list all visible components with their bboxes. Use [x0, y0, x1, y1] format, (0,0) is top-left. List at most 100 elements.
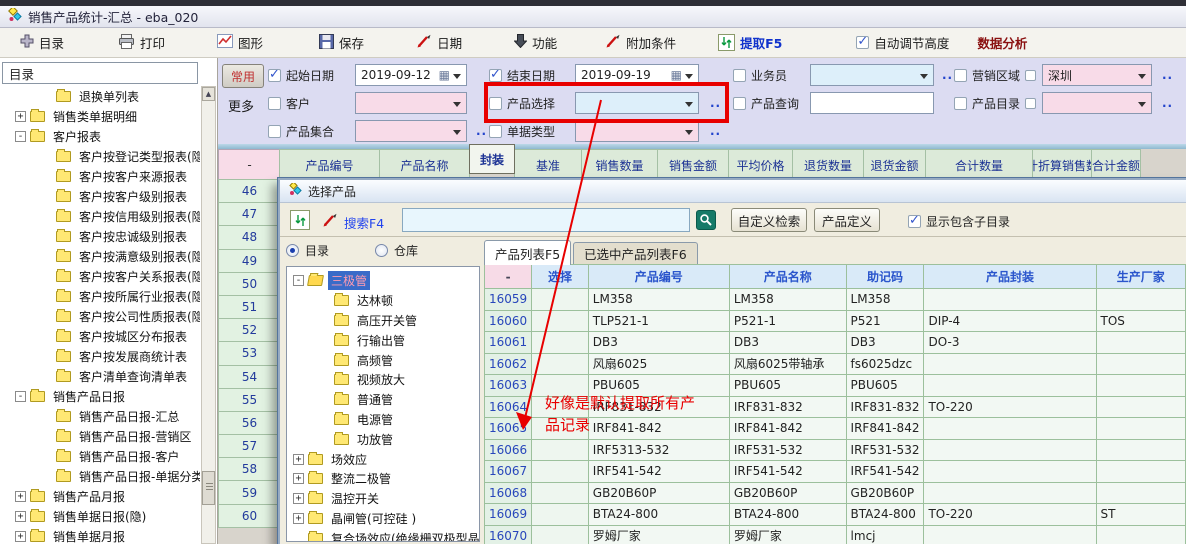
extra-condition-button[interactable]: 附加条件: [599, 30, 682, 55]
expand-toggle-icon[interactable]: [15, 491, 26, 502]
search-magnifier-icon[interactable]: [696, 210, 716, 230]
graph-button[interactable]: 图形: [211, 30, 269, 55]
show-subdir-toggle[interactable]: 显示包含子目录: [908, 213, 1010, 230]
sidebar-tree-item[interactable]: 客户按信用级别报表(隐): [2, 206, 200, 226]
customer-checkbox[interactable]: [268, 97, 281, 110]
product-catalog-checkbox[interactable]: [954, 97, 967, 110]
product-set-checkbox[interactable]: [268, 125, 281, 138]
function-button[interactable]: 功能: [508, 30, 563, 55]
sidebar-tree-item[interactable]: 客户按客户来源报表: [2, 166, 200, 186]
product-id[interactable]: 16066: [485, 439, 532, 461]
common-filters-button[interactable]: 常用: [222, 64, 264, 88]
sidebar-tree-item[interactable]: 客户按客户级别报表: [2, 186, 200, 206]
expand-toggle-icon[interactable]: [293, 493, 304, 504]
product-id[interactable]: 16070: [485, 525, 532, 544]
product-row[interactable]: 16069 BTA24-800 BTA24-800 BTA24-800 TO-2…: [485, 504, 1186, 526]
start-date-input[interactable]: 2019-09-12 ▦: [355, 64, 467, 86]
dialog-titlebar[interactable]: 选择产品: [280, 180, 1186, 203]
product-id[interactable]: 16063: [485, 375, 532, 397]
bg-column-header[interactable]: 销售金额: [657, 149, 729, 181]
column-header-mnemonic[interactable]: 助记码: [846, 265, 924, 289]
region-checkbox[interactable]: [954, 69, 967, 82]
product-set-dropdown[interactable]: [355, 120, 467, 142]
sidebar-tree-item[interactable]: 销售单据月报: [2, 526, 200, 544]
column-header-select[interactable]: 选择: [532, 265, 589, 289]
bg-row-number[interactable]: 48: [218, 225, 281, 249]
product-id[interactable]: 16064: [485, 396, 532, 418]
doc-type-dropdown[interactable]: [575, 120, 699, 142]
product-query-input[interactable]: [810, 92, 934, 114]
sidebar-tree-item[interactable]: 销售类单据明细: [2, 106, 200, 126]
bg-column-header[interactable]: 退货金额: [863, 149, 926, 181]
expand-toggle-icon[interactable]: [15, 511, 26, 522]
category-tree-item[interactable]: 温控开关: [287, 489, 479, 509]
product-set-more-button[interactable]: ..: [476, 124, 487, 138]
category-tree-item[interactable]: 视频放大: [287, 370, 479, 390]
product-row[interactable]: 16067 IRF541-542 IRF541-542 IRF541-542: [485, 461, 1186, 483]
category-tree-item[interactable]: 行输出管: [287, 330, 479, 350]
end-date-input[interactable]: 2019-09-19 ▦: [575, 64, 699, 86]
category-tree-item[interactable]: 达林顿: [287, 291, 479, 311]
product-select-cell[interactable]: [532, 289, 589, 311]
dropdown-arrow-icon[interactable]: [685, 74, 693, 83]
sidebar-tree-item[interactable]: 客户按发展商统计表: [2, 346, 200, 366]
category-tree-item[interactable]: 高频管: [287, 350, 479, 370]
warehouse-radio[interactable]: [375, 244, 388, 257]
sidebar-tree-item[interactable]: 客户按城区分布报表: [2, 326, 200, 346]
catalog-radio[interactable]: [286, 244, 299, 257]
product-row[interactable]: 16065 IRF841-842 IRF841-842 IRF841-842: [485, 418, 1186, 440]
product-row[interactable]: 16068 GB20B60P GB20B60P GB20B60P: [485, 482, 1186, 504]
column-header-package[interactable]: 产品封装: [924, 265, 1096, 289]
bg-column-header[interactable]: 合计折算销售数量: [1032, 149, 1092, 181]
bg-column-header[interactable]: 产品编号: [279, 149, 380, 181]
category-tree-item[interactable]: 晶闸管(可控硅 ): [287, 509, 479, 529]
sidebar-tree-item[interactable]: 客户报表: [2, 126, 200, 146]
category-tree-item[interactable]: 三极管: [287, 271, 479, 291]
bg-column-header[interactable]: 合计金额: [1091, 149, 1141, 181]
expand-toggle-icon[interactable]: [15, 111, 26, 122]
corner-header[interactable]: -: [485, 265, 532, 289]
product-id[interactable]: 16060: [485, 310, 532, 332]
sidebar-scrollbar[interactable]: ▲: [201, 86, 216, 544]
date-button[interactable]: 日期: [410, 30, 468, 55]
expand-toggle-icon[interactable]: [15, 531, 26, 542]
category-tree-item[interactable]: 高压开关管: [287, 311, 479, 331]
print-button[interactable]: 打印: [112, 30, 171, 55]
product-id[interactable]: 16059: [485, 289, 532, 311]
tab-selected-products[interactable]: 已选中产品列表F6: [573, 242, 698, 264]
product-select-cell[interactable]: [532, 525, 589, 544]
product-row[interactable]: 16070 罗姆厂家 罗姆厂家 lmcj: [485, 525, 1186, 544]
product-select-cell[interactable]: [532, 332, 589, 354]
bg-row-number[interactable]: 53: [218, 341, 281, 365]
data-analysis-button[interactable]: 数据分析: [971, 30, 1033, 55]
custom-search-button[interactable]: 自定义检索: [731, 208, 807, 232]
bg-row-number[interactable]: 52: [218, 318, 281, 342]
sidebar-tree-item[interactable]: 客户按忠诚级别报表: [2, 226, 200, 246]
product-row[interactable]: 16060 TLP521-1 P521-1 P521 DIP-4 TOS: [485, 310, 1186, 332]
auto-height-checkbox[interactable]: [856, 36, 869, 49]
product-select-dropdown[interactable]: [575, 92, 699, 114]
bg-column-header[interactable]: 基准: [514, 149, 582, 181]
product-select-checkbox[interactable]: [489, 97, 502, 110]
bg-row-number[interactable]: 56: [218, 411, 281, 435]
sidebar-tree-item[interactable]: 退换单列表: [2, 86, 200, 106]
expand-toggle-icon[interactable]: [15, 131, 26, 142]
bg-column-header[interactable]: 合计数量: [925, 149, 1033, 181]
product-row[interactable]: 16063 PBU605 PBU605 PBU605: [485, 375, 1186, 397]
product-select-cell[interactable]: [532, 375, 589, 397]
bg-column-header[interactable]: 销售数量: [581, 149, 658, 181]
sidebar-tree-item[interactable]: 客户按公司性质报表(隐): [2, 306, 200, 326]
bg-column-header[interactable]: 产品名称: [379, 149, 470, 181]
expand-toggle-icon[interactable]: [293, 454, 304, 465]
dropdown-arrow-icon[interactable]: [685, 130, 693, 139]
expand-toggle-icon[interactable]: [293, 513, 304, 524]
product-select-cell[interactable]: [532, 418, 589, 440]
search-input[interactable]: [402, 208, 690, 232]
product-row[interactable]: 16066 IRF5313-532 IRF531-532 IRF531-532: [485, 439, 1186, 461]
dropdown-arrow-icon[interactable]: [453, 74, 461, 83]
expand-toggle-icon[interactable]: [293, 473, 304, 484]
scrollbar-thumb[interactable]: [202, 471, 215, 505]
bg-row-number[interactable]: 47: [218, 202, 281, 226]
extract-button[interactable]: 提取F5: [712, 30, 788, 55]
sidebar-tree-item[interactable]: 客户按客户关系报表(隐): [2, 266, 200, 286]
